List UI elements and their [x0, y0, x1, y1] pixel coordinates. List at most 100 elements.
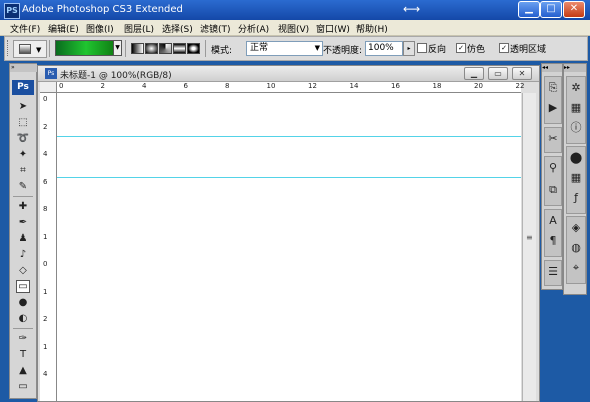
channels-panel-icon[interactable]: ◍ — [569, 241, 583, 255]
options-bar-grip[interactable] — [7, 40, 11, 56]
menu-analysis[interactable]: 分析(A) — [238, 22, 269, 35]
window-title: Adobe Photoshop CS3 Extended — [22, 4, 183, 15]
horizontal-ruler[interactable]: 0 2 4 6 8 10 12 14 16 18 20 22 — [57, 82, 524, 93]
histogram-panel-icon[interactable]: ▦ — [569, 101, 583, 115]
dither-checkbox[interactable]: ✓ — [456, 43, 466, 53]
type-tool-icon[interactable]: T — [16, 348, 30, 361]
crop-tool-icon[interactable]: ⌗ — [16, 164, 30, 177]
pen-tool-icon[interactable]: ✑ — [16, 332, 30, 345]
dock-group: ✂ — [544, 127, 562, 153]
doc-close-button[interactable]: ✕ — [512, 67, 532, 80]
opacity-slider-button[interactable]: ▸ — [403, 41, 415, 56]
vertical-scrollbar[interactable]: ≡ — [522, 93, 536, 401]
rectangle-tool-icon[interactable]: ▭ — [16, 380, 30, 393]
history-panel-icon[interactable]: ⎘ — [546, 81, 560, 95]
doc-minimize-button[interactable]: ▁ — [464, 67, 484, 80]
dock-group: ◈ ◍ ⌖ — [566, 216, 586, 284]
gradient-swatch[interactable] — [55, 40, 117, 56]
ruler-tick-label: 14 — [349, 82, 359, 90]
move-tool-icon[interactable]: ➤ — [16, 100, 30, 113]
navigator-panel-icon[interactable]: ✲ — [569, 81, 583, 95]
dither-label: 仿色 — [467, 45, 486, 55]
opacity-label: 不透明度: — [323, 46, 363, 56]
tool-presets-icon[interactable]: ✂ — [546, 132, 560, 146]
character-panel-icon[interactable]: A — [546, 214, 560, 228]
radial-gradient-icon[interactable] — [145, 43, 158, 54]
menu-layer[interactable]: 图层(L) — [124, 22, 154, 35]
scrollbar-grip-icon: ≡ — [526, 233, 533, 242]
tool-preset-picker[interactable]: ▼ — [13, 40, 47, 58]
brush-tool-icon[interactable]: ✒ — [16, 216, 30, 229]
angle-gradient-icon[interactable] — [159, 43, 172, 54]
color-panel-icon[interactable]: ⬤ — [569, 151, 583, 165]
history-brush-tool-icon[interactable]: ♪ — [16, 248, 30, 261]
ruler-origin[interactable] — [40, 82, 57, 93]
actions-panel-icon[interactable]: ▶ — [546, 101, 560, 115]
magic-wand-tool-icon[interactable]: ✦ — [16, 148, 30, 161]
paths-panel-icon[interactable]: ⌖ — [569, 261, 583, 275]
path-selection-tool-icon[interactable]: ▲ — [16, 364, 30, 377]
menu-help[interactable]: 帮助(H) — [356, 22, 388, 35]
ruler-tick-label: 12 — [308, 82, 317, 90]
minimize-button[interactable]: ▁ — [518, 1, 540, 18]
dock-collapse-icon[interactable]: ◂◂ — [542, 64, 562, 72]
mode-select[interactable]: 正常 ▼ — [246, 41, 323, 56]
ruler-tick-label: 4 — [142, 82, 147, 90]
document-title: 未标题-1 @ 100%(RGB/8) — [60, 71, 172, 81]
canvas[interactable] — [57, 93, 521, 401]
healing-brush-tool-icon[interactable]: ✚ — [16, 200, 30, 213]
info-panel-icon[interactable]: ⓘ — [569, 121, 583, 135]
blur-tool-icon[interactable]: ● — [16, 296, 30, 309]
lasso-tool-icon[interactable]: ➰ — [16, 132, 30, 145]
menu-file[interactable]: 文件(F) — [10, 22, 40, 35]
transparency-label: 透明区域 — [510, 45, 547, 55]
ruler-tick-label: 8 — [225, 82, 230, 90]
ruler-tick-label: 4 — [43, 150, 48, 158]
doc-maximize-button[interactable]: ▭ — [488, 67, 508, 80]
menu-select[interactable]: 选择(S) — [162, 22, 193, 35]
menu-window[interactable]: 窗口(W) — [316, 22, 350, 35]
clone-stamp-tool-icon[interactable]: ♟ — [16, 232, 30, 245]
ruler-tick-label: 0 — [43, 260, 48, 268]
linear-gradient-icon[interactable] — [131, 43, 144, 54]
document-title-bar[interactable]: Ps 未标题-1 @ 100%(RGB/8) ▁ ▭ ✕ — [38, 66, 539, 82]
diamond-gradient-icon[interactable] — [187, 43, 200, 54]
menu-bar: 文件(F) 编辑(E) 图像(I) 图层(L) 选择(S) 滤镜(T) 分析(A… — [0, 20, 590, 36]
layers-panel-icon[interactable]: ◈ — [569, 221, 583, 235]
vertical-ruler[interactable]: 02468101214 — [40, 93, 57, 401]
dodge-tool-icon[interactable]: ◐ — [16, 312, 30, 325]
styles-panel-icon[interactable]: ƒ — [569, 191, 583, 205]
reverse-checkbox[interactable] — [417, 43, 427, 53]
ruler-tick-label: 1 — [43, 342, 48, 351]
eraser-tool-icon[interactable]: ◇ — [16, 264, 30, 277]
notes-panel-icon[interactable]: ☰ — [546, 265, 560, 279]
reflected-gradient-icon[interactable] — [173, 43, 186, 54]
menu-image[interactable]: 图像(I) — [86, 22, 114, 35]
mode-value: 正常 — [250, 43, 269, 53]
guide-line[interactable] — [57, 177, 521, 178]
toolbox-collapse-icon[interactable]: » — [10, 64, 37, 72]
opacity-input[interactable]: 100% — [365, 41, 403, 56]
menu-edit[interactable]: 编辑(E) — [48, 22, 79, 35]
close-button[interactable]: ✕ — [563, 1, 585, 18]
resize-cursor-icon: ⟷ — [403, 2, 421, 16]
maximize-button[interactable]: □ — [540, 1, 562, 18]
layer-comps-icon[interactable]: ⚲ — [546, 161, 560, 175]
options-divider — [125, 40, 126, 57]
clone-source-icon[interactable]: ⧉ — [546, 183, 560, 197]
toolbox: » Ps ➤ ⬚ ➰ ✦ ⌗ ✎ ✚ ✒ ♟ ♪ ◇ ▭ ● ◐ ✑ T ▲ ▭ — [9, 63, 37, 399]
marquee-tool-icon[interactable]: ⬚ — [16, 116, 30, 129]
guide-line[interactable] — [57, 136, 521, 137]
dock-group: ⚲ ⧉ — [544, 156, 562, 206]
transparency-checkbox[interactable]: ✓ — [499, 43, 509, 53]
menu-filter[interactable]: 滤镜(T) — [200, 22, 231, 35]
swatches-panel-icon[interactable]: ▦ — [569, 171, 583, 185]
paragraph-panel-icon[interactable]: ¶ — [546, 234, 560, 248]
eyedropper-tool-icon[interactable]: ✎ — [16, 180, 30, 193]
gradient-dropdown-icon[interactable]: ▼ — [113, 40, 122, 56]
dock-group: ⬤ ▦ ƒ — [566, 146, 586, 214]
dock-collapse-icon[interactable]: ▸▸ — [564, 64, 586, 72]
menu-view[interactable]: 视图(V) — [278, 22, 309, 35]
gradient-tool-icon[interactable]: ▭ — [16, 280, 30, 293]
panel-dock-left: ◂◂ ⎘ ▶ ✂ ⚲ ⧉ A ¶ ☰ — [541, 63, 563, 290]
